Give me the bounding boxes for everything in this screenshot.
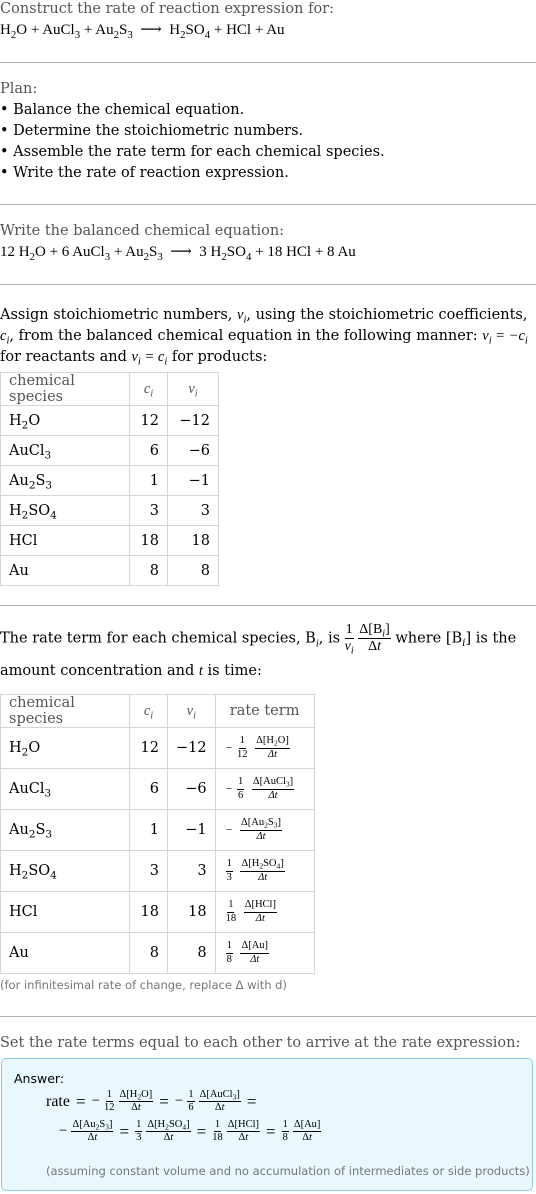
v-cell: 8 <box>167 932 216 974</box>
infinitesimal-note: (for infinitesimal rate of change, repla… <box>0 978 287 992</box>
general-rate-fraction: 1 νi <box>344 622 354 657</box>
rate-term-cell: 18 Δ[Au] Δt <box>214 932 315 974</box>
table-row: HCl 18 18 1 18 Δ[HCl] Δt <box>0 891 315 933</box>
table-row: Au2S3 1 −1 − Δ[Au2S3] Δt <box>0 809 315 851</box>
rate-expression-line-2: − Δ[Au2S3] Δt = 13 Δ[H2SO4] Δt = 1 18 Δ[HCl… <box>59 1119 322 1144</box>
c-cell: 6 <box>129 435 168 466</box>
c-cell: 3 <box>129 850 168 892</box>
species-cell: Au <box>0 555 130 586</box>
rate-term-cell: − Δ[Au2S3] Δt <box>214 809 315 851</box>
species-cell: Au2S3 <box>0 809 130 851</box>
v-cell: −6 <box>167 435 219 466</box>
c-cell: 6 <box>129 768 168 810</box>
rate-word: rate <box>46 1092 70 1110</box>
col-header-species: chemical species <box>0 372 130 406</box>
col-header-v: νi <box>167 694 216 728</box>
species-cell: AuCl3 <box>0 768 130 810</box>
table-row: Au 8 8 18 Δ[Au] Δt <box>0 932 315 974</box>
c-cell: 18 <box>129 891 168 933</box>
table-row: H2O 12 −12 <box>0 405 219 436</box>
table-row: Au 8 8 <box>0 555 219 586</box>
species-cell: HCl <box>0 891 130 933</box>
species-cell: H2O <box>0 405 130 436</box>
divider <box>0 284 536 285</box>
c-cell: 8 <box>129 555 168 586</box>
stoich-description: Assign stoichiometric numbers, νi, using… <box>0 307 528 368</box>
species-cell: H2SO4 <box>0 850 130 892</box>
c-cell: 12 <box>129 727 168 769</box>
stoich-table: chemical species ci νi H2O 12 −12 AuCl3 6… <box>0 372 219 586</box>
table-row: H2O 12 −12 − 1 12 Δ[H2O] Δt <box>0 727 315 769</box>
final-header: Set the rate terms equal to each other t… <box>0 1035 521 1051</box>
table-row: AuCl3 6 −6 − 16 Δ[AuCl3] Δt <box>0 768 315 810</box>
species-cell: Au2S3 <box>0 465 130 496</box>
v-cell: −12 <box>167 405 219 436</box>
v-cell: −1 <box>167 465 219 496</box>
answer-box: Answer: rate = − 1 12 Δ[H2O] Δt = − 16 Δ[AuC… <box>1 1058 533 1191</box>
rateterm-table: chemical species ci νi rate term H2O 12 … <box>0 694 315 974</box>
plan-step: • Balance the chemical equation. <box>0 102 245 118</box>
divider <box>0 1016 536 1017</box>
rateterm-description: The rate term for each chemical species,… <box>0 622 517 680</box>
rate-term-cell: − 1 12 Δ[H2O] Δt <box>214 727 315 769</box>
table-row: HCl 18 18 <box>0 525 219 556</box>
table-row: H2SO4 3 3 13 Δ[H2SO4] Δt <box>0 850 315 892</box>
col-header-c: ci <box>129 694 168 728</box>
v-cell: 8 <box>167 555 219 586</box>
rate-term-cell: 13 Δ[H2SO4] Δt <box>214 850 315 892</box>
v-cell: −12 <box>167 727 216 769</box>
species-cell: AuCl3 <box>0 435 130 466</box>
c-cell: 18 <box>129 525 168 556</box>
plan-header: Plan: <box>0 81 38 97</box>
plan-step: • Assemble the rate term for each chemic… <box>0 144 385 160</box>
v-cell: −6 <box>167 768 216 810</box>
unbalanced-equation: H2O + AuCl3 + Au2S3 ⟶ H2SO4 + HCl + Au <box>0 22 285 41</box>
species-cell: HCl <box>0 525 130 556</box>
divider <box>0 605 536 606</box>
col-header-c: ci <box>129 372 168 406</box>
c-cell: 8 <box>129 932 168 974</box>
species-cell: H2SO4 <box>0 495 130 526</box>
answer-label: Answer: <box>14 1071 65 1086</box>
rate-term-cell: − 16 Δ[AuCl3] Δt <box>214 768 315 810</box>
c-cell: 3 <box>129 495 168 526</box>
balanced-equation: 12 H2O + 6 AuCl3 + Au2S3 ⟶ 3 H2SO4 + 18 … <box>0 244 356 263</box>
col-header-species: chemical species <box>0 694 130 728</box>
assumption-note: (assuming constant volume and no accumul… <box>46 1164 530 1178</box>
rate-term-cell: 1 18 Δ[HCl] Δt <box>214 891 315 933</box>
table-row: Au2S3 1 −1 <box>0 465 219 496</box>
divider <box>0 62 536 63</box>
plan-step: • Determine the stoichiometric numbers. <box>0 123 304 139</box>
balanced-header: Write the balanced chemical equation: <box>0 223 285 239</box>
intro-header: Construct the rate of reaction expressio… <box>0 1 334 17</box>
v-cell: −1 <box>167 809 216 851</box>
v-cell: 3 <box>167 850 216 892</box>
divider <box>0 204 536 205</box>
c-cell: 12 <box>129 405 168 436</box>
col-header-v: νi <box>167 372 219 406</box>
v-cell: 3 <box>167 495 219 526</box>
species-cell: H2O <box>0 727 130 769</box>
table-row: H2SO4 3 3 <box>0 495 219 526</box>
table-row: AuCl3 6 −6 <box>0 435 219 466</box>
v-cell: 18 <box>167 891 216 933</box>
c-cell: 1 <box>129 465 168 496</box>
species-cell: Au <box>0 932 130 974</box>
v-cell: 18 <box>167 525 219 556</box>
c-cell: 1 <box>129 809 168 851</box>
rate-expression-line-1: rate = − 1 12 Δ[H2O] Δt = − 16 Δ[AuCl3] Δt = <box>46 1089 257 1114</box>
col-header-rate-term: rate term <box>214 694 315 728</box>
plan-step: • Write the rate of reaction expression. <box>0 165 289 181</box>
